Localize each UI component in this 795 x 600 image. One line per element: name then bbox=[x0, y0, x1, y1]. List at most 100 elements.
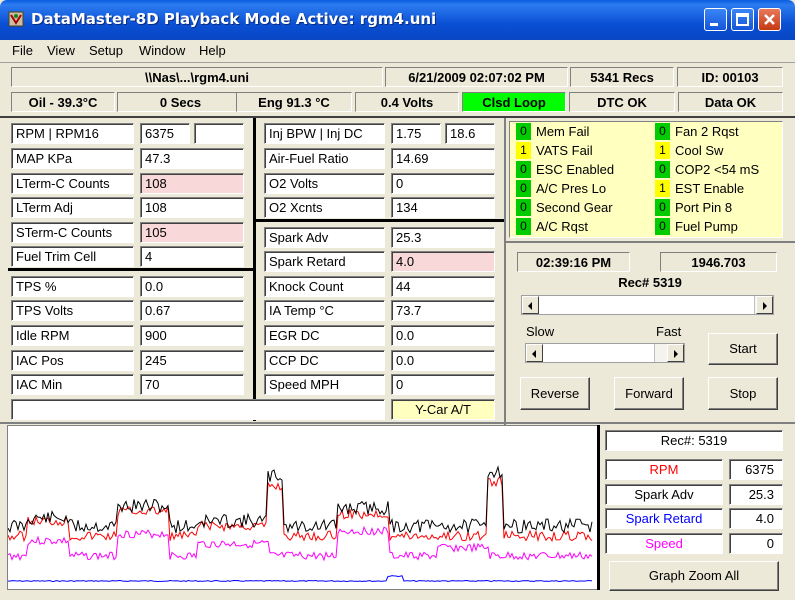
status-flag-value: 0 bbox=[516, 180, 531, 197]
speed-scroll-thumb[interactable] bbox=[543, 344, 655, 362]
status-flag-value: 1 bbox=[655, 180, 670, 197]
param-value-ia-temp: 73.7 bbox=[391, 300, 495, 321]
status-flag-row: 1 VATS Fail bbox=[516, 142, 646, 160]
scroll-left-button[interactable] bbox=[522, 296, 539, 314]
status-flag-row: 1 Cool Sw bbox=[655, 142, 785, 160]
status-flag-row: 0 Fuel Pump bbox=[655, 218, 785, 236]
status-flag-row: 0 Mem Fail bbox=[516, 123, 646, 141]
status-flag-row: 0 A/C Rqst bbox=[516, 218, 646, 236]
legend-record: Rec#: 5319 bbox=[605, 430, 783, 451]
right-arrow-icon bbox=[674, 350, 678, 358]
data-status: Data OK bbox=[678, 92, 783, 112]
status-flag-label: A/C Rqst bbox=[536, 219, 589, 234]
legend-rpm-label: RPM bbox=[605, 459, 723, 480]
param-label-o2-xcnts: O2 Xcnts bbox=[264, 197, 385, 218]
mid-group-divider bbox=[256, 219, 504, 222]
param-label-inj-bpw: Inj BPW | Inj DC bbox=[264, 123, 385, 144]
menu-setup[interactable]: Setup bbox=[89, 43, 123, 58]
status-flag-row: 0 Second Gear bbox=[516, 199, 646, 217]
status-flag-row: 0 A/C Pres Lo bbox=[516, 180, 646, 198]
run-seconds: 0 Secs bbox=[117, 92, 244, 112]
legend-spark-retard-label: Spark Retard bbox=[605, 508, 723, 529]
param-label-map: MAP KPa bbox=[11, 148, 134, 169]
legend-spark-adv-label: Spark Adv bbox=[605, 484, 723, 505]
status-flag-value: 1 bbox=[655, 142, 670, 159]
graph-plot bbox=[7, 465, 593, 583]
data-graph[interactable] bbox=[7, 425, 600, 590]
param-value-rpm: 6375 bbox=[140, 123, 190, 144]
minimize-icon bbox=[710, 23, 718, 26]
reverse-button[interactable]: Reverse bbox=[520, 377, 590, 410]
param-value-idle-rpm: 900 bbox=[140, 325, 244, 346]
record-count: 5341 Recs bbox=[570, 67, 674, 87]
param-value-iac-pos: 245 bbox=[140, 350, 244, 371]
legend-speed-label: Speed bbox=[605, 533, 723, 554]
param-label-speed-mph: Speed MPH bbox=[264, 374, 385, 395]
menu-window[interactable]: Window bbox=[139, 43, 185, 58]
stop-button[interactable]: Stop bbox=[708, 377, 778, 410]
title-bar: DataMaster-8D Playback Mode Active: rgm4… bbox=[0, 0, 795, 40]
param-value-spark-retard: 4.0 bbox=[391, 251, 495, 272]
legend-spark-adv-value: 25.3 bbox=[729, 484, 783, 505]
status-flag-row: 1 EST Enable bbox=[655, 180, 785, 198]
param-value-air-fuel: 14.69 bbox=[391, 148, 495, 169]
record-scroll-thumb[interactable] bbox=[539, 296, 755, 314]
menu-divider bbox=[0, 62, 795, 63]
param-value-rpm16 bbox=[194, 123, 244, 144]
status-flag-value: 0 bbox=[516, 218, 531, 235]
param-value-map: 47.3 bbox=[140, 148, 244, 169]
status-flag-row: 0 Fan 2 Rqst bbox=[655, 123, 785, 141]
graph-zoom-all-button[interactable]: Graph Zoom All bbox=[609, 561, 779, 591]
column-divider bbox=[253, 118, 256, 421]
speed-scrollbar[interactable] bbox=[525, 343, 685, 363]
param-value-lterm-counts: 108 bbox=[140, 173, 244, 194]
menu-help[interactable]: Help bbox=[199, 43, 226, 58]
status-flag-value: 0 bbox=[516, 161, 531, 178]
param-label-knock-count: Knock Count bbox=[264, 276, 385, 297]
maximize-icon bbox=[736, 13, 749, 26]
menu-file[interactable]: File bbox=[12, 43, 33, 58]
param-label-air-fuel: Air-Fuel Ratio bbox=[264, 148, 385, 169]
scroll-right-button[interactable] bbox=[756, 296, 773, 314]
maximize-button[interactable] bbox=[731, 8, 754, 31]
status-flag-value: 0 bbox=[655, 123, 670, 140]
legend-spark-retard-value: 4.0 bbox=[729, 508, 783, 529]
forward-button[interactable]: Forward bbox=[614, 377, 684, 410]
legend-rpm-value: 6375 bbox=[729, 459, 783, 480]
close-icon bbox=[764, 14, 775, 25]
status-flag-value: 1 bbox=[516, 142, 531, 159]
graph-cursor-line bbox=[597, 425, 600, 590]
speed-left-button[interactable] bbox=[526, 344, 543, 362]
param-value-o2-xcnts: 134 bbox=[391, 197, 495, 218]
minimize-button[interactable] bbox=[704, 8, 727, 31]
param-label-idle-rpm: Idle RPM bbox=[11, 325, 134, 346]
status-flag-value: 0 bbox=[516, 199, 531, 216]
app-icon bbox=[8, 11, 24, 27]
status-flag-label: Second Gear bbox=[536, 200, 613, 215]
param-label-iac-pos: IAC Pos bbox=[11, 350, 134, 371]
param-label-spark-retard: Spark Retard bbox=[264, 251, 385, 272]
param-value-knock-count: 44 bbox=[391, 276, 495, 297]
speed-trace bbox=[7, 525, 593, 562]
menu-view[interactable]: View bbox=[47, 43, 75, 58]
param-label-sterm-counts: STerm-C Counts bbox=[11, 222, 134, 243]
param-value-inj-dc: 18.6 bbox=[445, 123, 495, 144]
record-scrollbar[interactable] bbox=[521, 295, 774, 315]
loop-status-badge: Clsd Loop bbox=[462, 92, 566, 112]
param-label-lterm-adj: LTerm Adj bbox=[11, 197, 134, 218]
record-datetime: 6/21/2009 02:07:02 PM bbox=[385, 67, 568, 87]
status-flag-label: Fuel Pump bbox=[675, 219, 738, 234]
close-button[interactable] bbox=[758, 8, 781, 31]
param-label-tps-pct: TPS % bbox=[11, 276, 134, 297]
window-title: DataMaster-8D Playback Mode Active: rgm4… bbox=[31, 10, 437, 28]
param-label-ia-temp: IA Temp °C bbox=[264, 300, 385, 321]
param-value-ccp-dc: 0.0 bbox=[391, 350, 495, 371]
status-flag-label: A/C Pres Lo bbox=[536, 181, 607, 196]
param-value-tps-volts: 0.67 bbox=[140, 300, 244, 321]
param-label-egr-dc: EGR DC bbox=[264, 325, 385, 346]
speed-right-button[interactable] bbox=[667, 344, 684, 362]
oil-temp: Oil - 39.3°C bbox=[11, 92, 115, 112]
start-button[interactable]: Start bbox=[708, 333, 778, 365]
param-value-iac-min: 70 bbox=[140, 374, 244, 395]
status-flag-value: 0 bbox=[516, 123, 531, 140]
